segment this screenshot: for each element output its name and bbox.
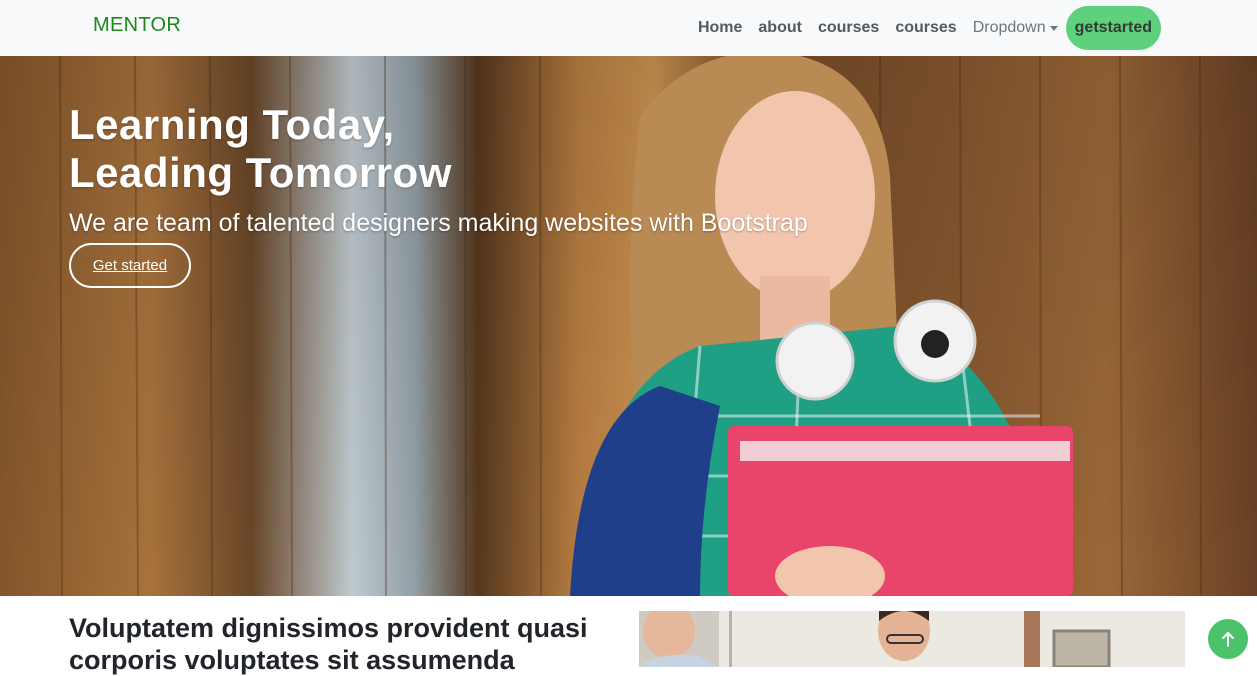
nav-dropdown-label: Dropdown	[972, 19, 1046, 36]
nav-courses-2[interactable]: courses	[887, 19, 964, 37]
section-title: Voluptatem dignissimos provident quasi c…	[69, 613, 588, 675]
nav-about[interactable]: about	[750, 19, 810, 37]
section-photo	[639, 611, 1185, 667]
caret-down-icon	[1049, 25, 1058, 31]
brand-logo[interactable]: MENTOR	[93, 14, 181, 37]
hero-title-line-1: Learning Today,	[69, 101, 395, 148]
section-photo-image	[639, 611, 1185, 667]
getstarted-button[interactable]: getstarted	[1065, 6, 1161, 50]
nav-home[interactable]: Home	[690, 19, 750, 37]
nav-courses[interactable]: courses	[810, 19, 887, 37]
nav-dropdown[interactable]: Dropdown	[965, 19, 1066, 37]
hero-banner: Learning Today, Leading Tomorrow We are …	[0, 56, 1257, 596]
back-to-top-button[interactable]	[1208, 619, 1248, 659]
hero-subtitle: We are team of talented designers making…	[69, 209, 808, 237]
get-started-button[interactable]: Get started	[69, 243, 191, 288]
navbar: MENTOR Home about courses courses Dropdo…	[0, 0, 1257, 56]
hero-title: Learning Today, Leading Tomorrow	[69, 101, 808, 197]
nav-menu: Home about courses courses Dropdown gets…	[690, 4, 1161, 52]
arrow-up-icon	[1222, 632, 1234, 647]
hero-text-block: Learning Today, Leading Tomorrow We are …	[69, 101, 808, 238]
hero-title-line-2: Leading Tomorrow	[69, 149, 452, 196]
